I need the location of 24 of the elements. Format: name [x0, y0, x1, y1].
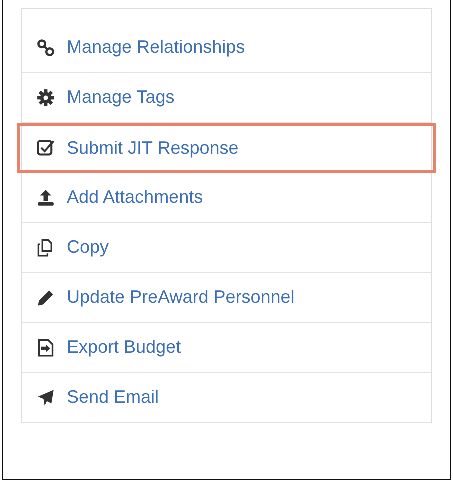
menu-item[interactable]: Send Email	[22, 373, 431, 423]
menu-item[interactable]: Add Attachments	[22, 173, 431, 223]
menu-item[interactable]: Manage Relationships	[22, 23, 431, 73]
gear-icon	[37, 88, 55, 106]
menu-item[interactable]: Manage Tags	[22, 73, 431, 123]
link-icon	[37, 38, 55, 56]
menu-item[interactable]: Submit JIT Response	[17, 123, 436, 173]
menu-item[interactable]: Copy	[22, 223, 431, 273]
copy-icon	[37, 238, 55, 256]
menu-item[interactable]: Update PreAward Personnel	[22, 273, 431, 323]
pencil-icon	[37, 288, 55, 306]
menu-item-label: Manage Tags	[67, 87, 175, 108]
upload-icon	[37, 188, 55, 206]
menu-item-label: Manage Relationships	[67, 37, 246, 58]
file-export-icon	[37, 338, 55, 356]
menu-item-label: Update PreAward Personnel	[67, 287, 295, 308]
menu-item-label: Add Attachments	[67, 187, 204, 208]
checkbox-icon	[37, 139, 55, 157]
menu-item-label: Copy	[67, 237, 110, 258]
menu-item[interactable]: Export Budget	[22, 323, 431, 373]
menu-item-label: Submit JIT Response	[67, 138, 239, 158]
menu-item-label: Export Budget	[67, 337, 182, 358]
menu-item-label: Send Email	[67, 387, 160, 408]
paper-plane-icon	[37, 388, 55, 406]
